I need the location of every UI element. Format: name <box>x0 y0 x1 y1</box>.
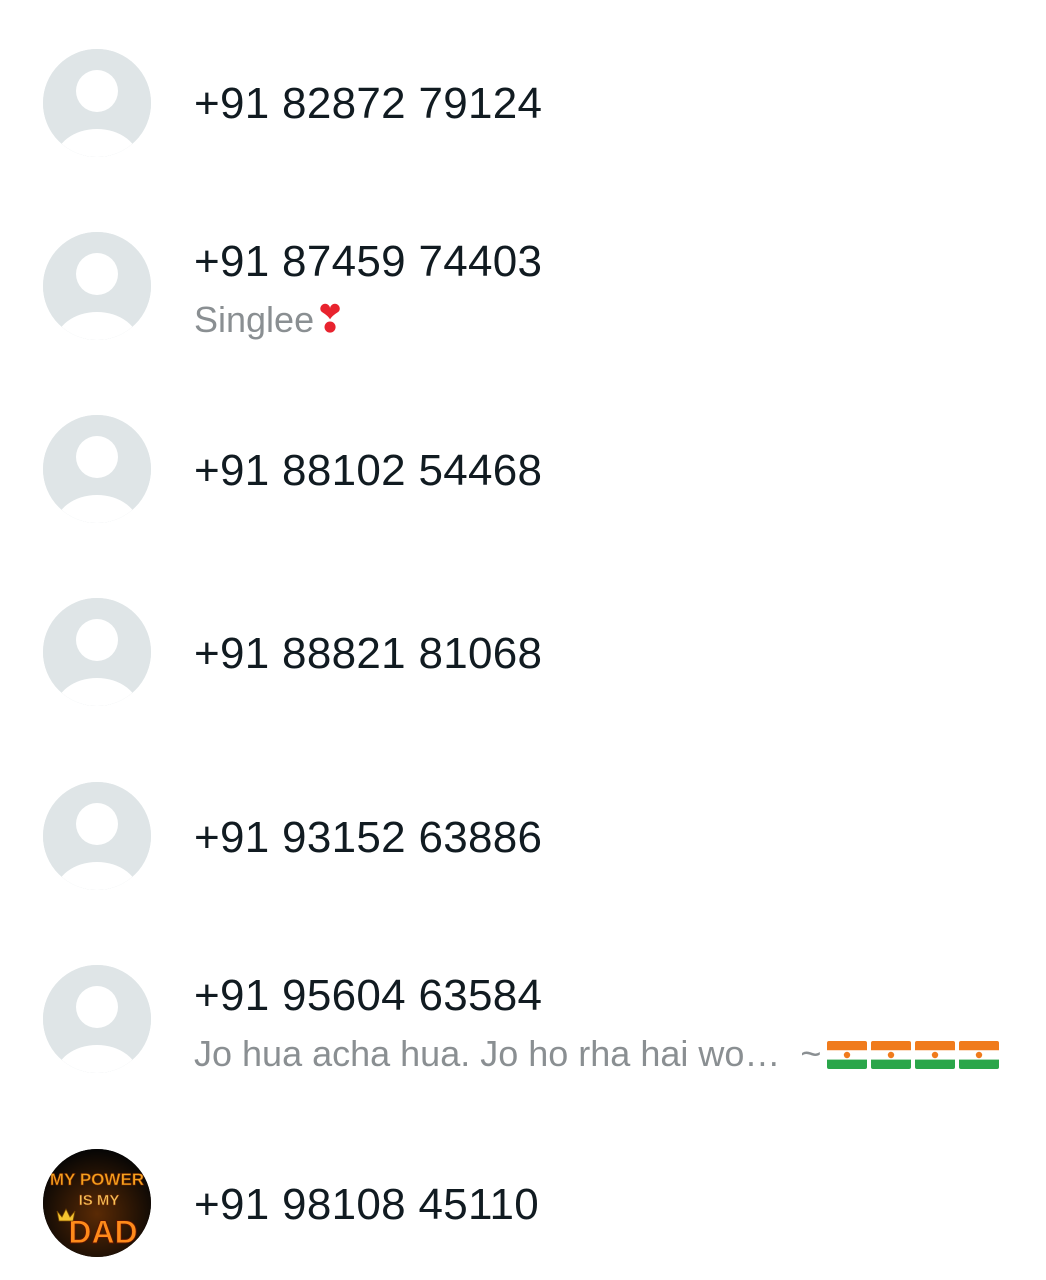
profile-photo-avatar[interactable]: MY POWER IS MY DAD <box>43 1149 151 1257</box>
default-avatar-icon[interactable] <box>43 598 151 706</box>
about-suffix: ~ <box>800 1033 822 1074</box>
contact-row[interactable]: MY POWER IS MY DAD +91 98108 45110 <box>0 1127 1046 1277</box>
flag-icon <box>959 1041 1000 1069</box>
contact-phone: +91 98108 45110 <box>194 1180 540 1229</box>
avatar-text-line: IS MY <box>79 1192 120 1209</box>
default-avatar-icon[interactable] <box>43 782 151 890</box>
flag-icon <box>915 1041 956 1069</box>
contact-row[interactable]: +91 95604 63584 Jo hua acha hua. Jo ho r… <box>0 943 1046 1093</box>
about-text: Singlee <box>194 299 315 340</box>
contact-phone: +91 82872 79124 <box>194 79 543 128</box>
contact-row[interactable]: +91 82872 79124 <box>0 27 1046 177</box>
default-avatar-icon[interactable] <box>43 415 151 523</box>
contact-row[interactable]: +91 93152 63886 <box>0 760 1046 910</box>
avatar-text-line: DAD <box>68 1214 137 1250</box>
contact-list: +91 82872 79124 +91 87459 74403 Singlee❣… <box>0 0 1046 1280</box>
contact-phone: +91 95604 63584 <box>194 971 543 1020</box>
flag-icon <box>871 1041 912 1069</box>
flag-icon <box>827 1041 868 1069</box>
default-avatar-icon[interactable] <box>43 49 151 157</box>
contact-row[interactable]: +91 88102 54468 <box>0 393 1046 543</box>
avatar-text-line: MY POWER <box>50 1170 144 1189</box>
heart-exclamation-icon: ❣ <box>314 299 346 341</box>
contact-phone: +91 93152 63886 <box>194 813 543 862</box>
contact-about: Jo hua acha hua. Jo ho rha hai wo… ~ <box>194 1032 1000 1076</box>
default-avatar-icon[interactable] <box>43 965 151 1073</box>
default-avatar-icon[interactable] <box>43 232 151 340</box>
contact-phone: +91 88102 54468 <box>194 446 543 495</box>
contact-about: Singlee❣ <box>194 298 346 342</box>
contact-row[interactable]: +91 87459 74403 Singlee❣ <box>0 210 1046 360</box>
contact-phone: +91 87459 74403 <box>194 237 543 286</box>
contact-phone: +91 88821 81068 <box>194 629 543 678</box>
contact-row[interactable]: +91 88821 81068 <box>0 576 1046 726</box>
about-text: Jo hua acha hua. Jo ho rha hai wo… <box>194 1033 781 1074</box>
